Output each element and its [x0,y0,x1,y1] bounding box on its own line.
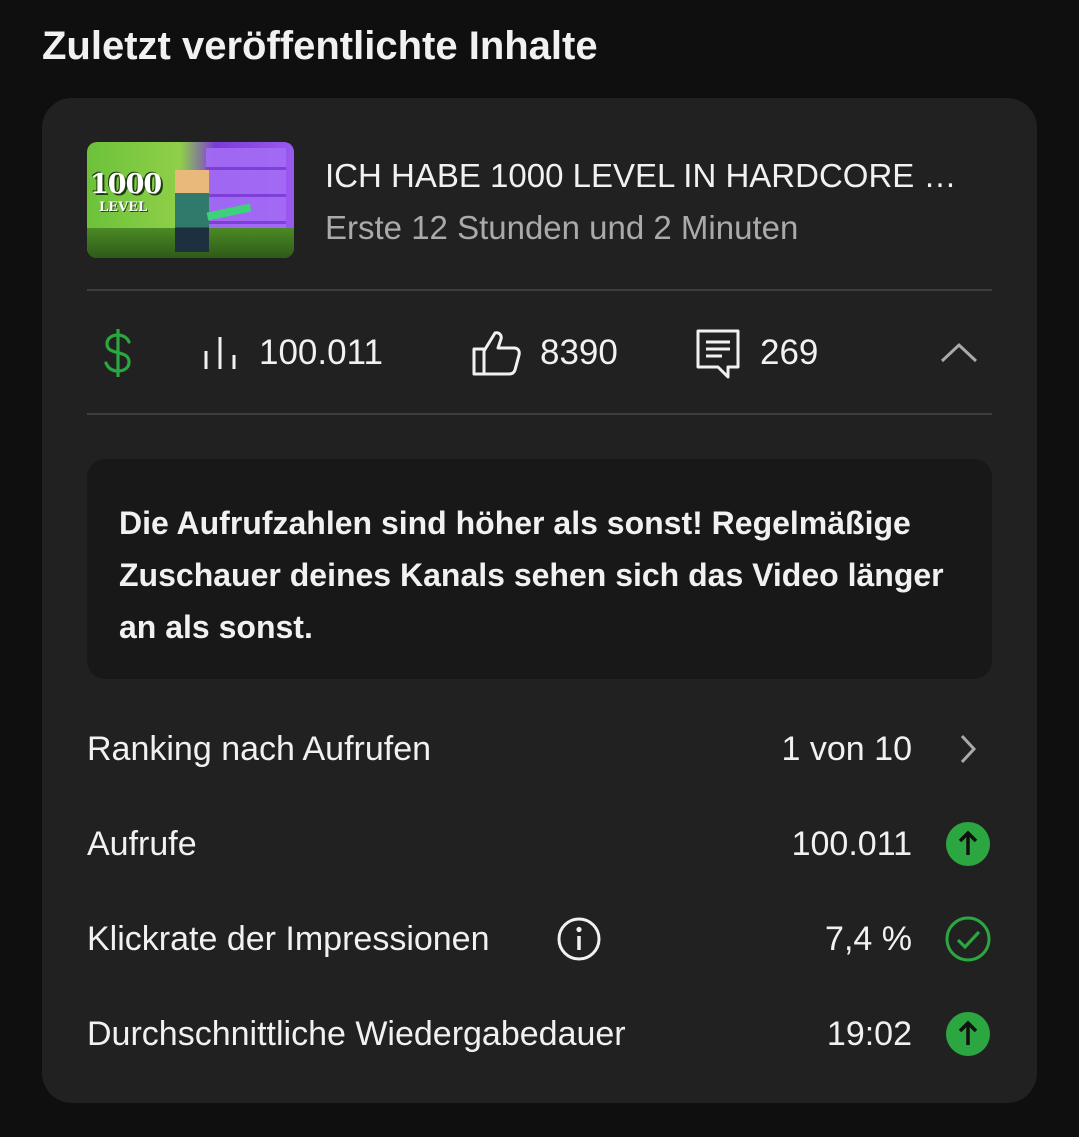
arrow-up-circle-icon [944,820,992,868]
video-thumbnail[interactable]: 1000 LEVEL [87,142,294,258]
thumbs-up-icon [472,331,521,376]
collapse-button[interactable] [939,292,979,414]
metric-row-views[interactable]: Aufrufe 100.011 [87,814,992,874]
metric-label: Aufrufe [87,825,197,863]
insight-text: Die Aufrufzahlen sind höher als sonst! R… [119,505,944,645]
video-subtitle: Erste 12 Stunden und 2 Minuten [325,209,799,246]
metric-row-ranking[interactable]: Ranking nach Aufrufen 1 von 10 [87,719,992,779]
metric-label: Ranking nach Aufrufen [87,730,432,768]
metric-label: Durchschnittliche Wiedergabedauer [87,1015,626,1053]
video-row[interactable]: 1000 LEVEL ICH HABE 1000 LEVEL IN HARDCO… [87,142,992,260]
metric-value: 19:02 [826,1015,912,1053]
thumbnail-figure [175,170,209,252]
video-title[interactable]: ICH HABE 1000 LEVEL IN HARDCORE … [325,156,956,196]
views-stat[interactable]: 100.011 [201,292,383,414]
comment-icon [696,329,740,379]
chevron-up-icon [940,342,978,363]
divider-top [87,289,992,291]
metric-value: 7,4 % [825,920,912,958]
arrow-up-circle-icon [944,1010,992,1058]
chevron-right-icon[interactable] [944,725,992,773]
monetization-stat[interactable] [101,292,135,414]
check-circle-icon [944,915,992,963]
insight-notice: Die Aufrufzahlen sind höher als sonst! R… [87,459,992,679]
bar-chart-icon [204,337,236,369]
divider-bottom [87,413,992,415]
section-title: Zuletzt veröffentlichte Inhalte [42,24,598,68]
views-count: 100.011 [259,333,383,372]
likes-stat[interactable]: 8390 [470,292,618,414]
metric-row-ctr[interactable]: Klickrate der Impressionen 7,4 % [87,909,992,969]
stats-row: 100.011 8390 269 [87,292,992,414]
comments-count: 269 [760,333,819,372]
metric-value: 1 von 10 [781,730,912,768]
likes-count: 8390 [540,333,618,372]
info-icon[interactable] [555,915,603,963]
thumbnail-text-small: LEVEL [99,200,148,215]
page: Zuletzt veröffentlichte Inhalte 1000 LEV… [0,0,1079,1137]
metric-label: Klickrate der Impressionen [87,920,490,958]
dollar-icon [104,329,131,377]
latest-content-card[interactable]: 1000 LEVEL ICH HABE 1000 LEVEL IN HARDCO… [42,98,1037,1103]
metric-row-watch-time[interactable]: Durchschnittliche Wiedergabedauer 19:02 [87,1004,992,1064]
thumbnail-text-big: 1000 [90,169,162,200]
comments-stat[interactable]: 269 [694,292,818,414]
metric-value: 100.011 [791,825,912,863]
